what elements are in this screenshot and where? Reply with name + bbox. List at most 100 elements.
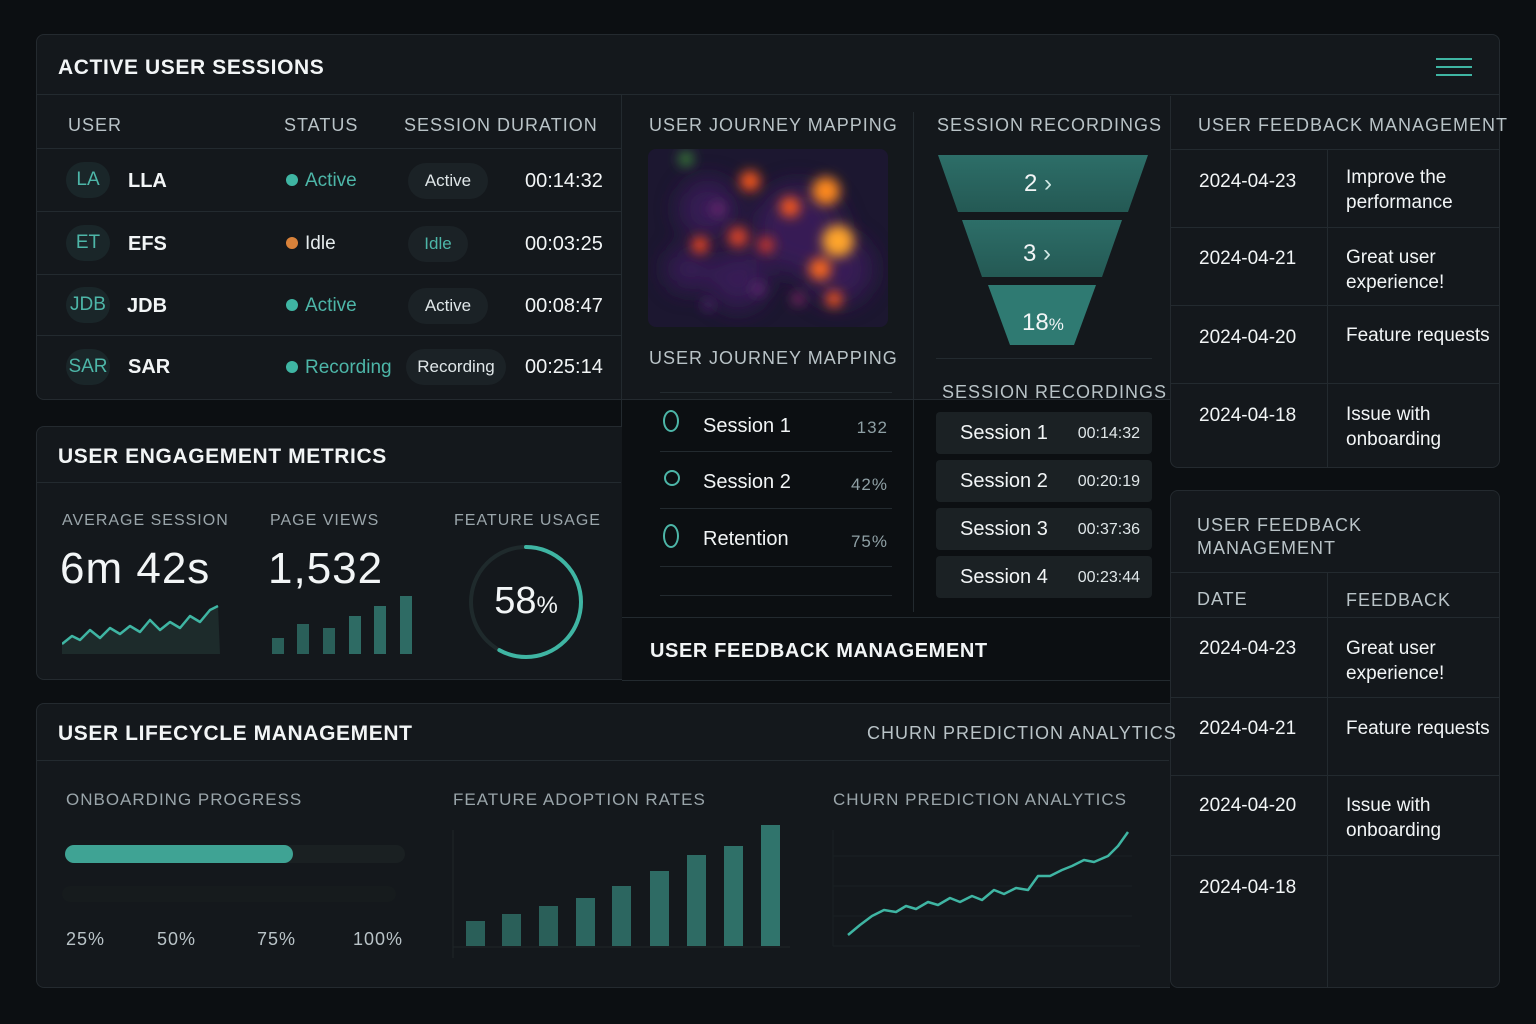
lifecycle-title: USER LIFECYCLE MANAGEMENT [58,722,413,745]
onboarding-label: ONBOARDING PROGRESS [66,790,303,809]
journey-row-label[interactable]: Session 1 [703,415,791,438]
recording-time: 00:37:36 [1077,521,1140,538]
avg-session-label: AVERAGE SESSION [62,512,229,529]
avatar: JDB [66,287,110,323]
status-dot [286,361,298,373]
status-text: Recording [305,357,392,378]
status-badge: Idle [408,226,468,262]
funnel-stage-1: 2 › [1024,170,1053,197]
onboarding-tick: 50% [157,929,197,949]
onboarding-track [65,845,405,863]
avatar: ET [66,225,110,261]
status-dot [286,237,298,249]
feedback-date: 2024-04-18 [1199,877,1297,898]
onboarding-tick: 25% [66,929,106,949]
recording-row[interactable]: Session 3 00:37:36 [936,508,1152,550]
feature-usage-label: FEATURE USAGE [454,512,601,529]
page-views-value: 1,532 [268,544,384,593]
recording-name: Session 3 [960,518,1048,540]
feature-usage-value: 58% [494,580,558,622]
funnel-stage-3: 18% [1022,309,1064,336]
feedback-text[interactable]: Improve the performance [1346,165,1496,215]
journey-row-value: 42% [850,475,888,494]
col-feedback: FEEDBACK [1346,590,1452,610]
page-views-label: PAGE VIEWS [270,512,380,529]
journey-title: USER JOURNEY MAPPING [649,115,898,135]
recording-name: Session 2 [960,470,1048,492]
recording-row[interactable]: Session 4 00:23:44 [936,556,1152,598]
avg-session-value: 6m 42s [60,544,211,593]
onboarding-progress-fill [65,845,293,863]
col-duration: SESSION DURATION [404,115,598,135]
status-dot [286,299,298,311]
status-text: Active [305,170,357,191]
menu-icon[interactable] [1436,56,1474,78]
engagement-title: USER ENGAGEMENT METRICS [58,445,387,468]
session-duration: 00:08:47 [525,295,603,317]
feedback-date: 2024-04-23 [1199,638,1297,659]
col-user: USER [68,115,123,135]
status-text: Active [305,295,357,316]
feedback-center-title: USER FEEDBACK MANAGEMENT [650,640,988,662]
user-name[interactable]: LLA [128,170,167,193]
feedback-title: USER FEEDBACK MANAGEMENT [1198,115,1509,135]
user-name[interactable]: JDB [127,295,167,318]
recordings-title-2: SESSION RECORDINGS [942,382,1168,402]
session-duration: 00:03:25 [525,233,603,255]
recording-time: 00:14:32 [1077,425,1140,442]
feedback-text[interactable]: Issue with onboarding [1346,793,1496,843]
session-duration: 00:14:32 [525,170,603,192]
journey-row-value: 75% [850,532,888,551]
journey-title-2: USER JOURNEY MAPPING [649,348,898,368]
user-name[interactable]: SAR [128,356,170,379]
journey-row-label[interactable]: Retention [703,528,789,551]
feedback-text[interactable]: Great user experience! [1346,636,1496,686]
onboarding-tick: 75% [257,929,297,949]
churn-line-chart [832,830,1140,947]
avatar: SAR [66,349,110,385]
avatar: LA [66,162,110,198]
journey-heatmap [648,149,888,327]
feedback-text[interactable]: Issue with onboarding [1346,402,1496,452]
feedback-date: 2024-04-18 [1199,405,1297,426]
journey-ring-icon [663,410,679,432]
feedback-date: 2024-04-21 [1199,718,1297,739]
feedback-date: 2024-04-21 [1199,248,1297,269]
feedback-date: 2024-04-23 [1199,171,1297,192]
recording-name: Session 1 [960,422,1048,444]
status-badge: Active [408,163,488,199]
recording-row[interactable]: Session 1 00:14:32 [936,412,1152,454]
onboarding-tick: 100% [353,929,404,949]
journey-row-value: 132 [856,418,888,437]
journey-ring-icon [664,470,680,486]
page-views-bars [272,596,412,654]
adoption-label: FEATURE ADOPTION RATES [453,790,706,809]
sessions-title: ACTIVE USER SESSIONS [58,56,325,79]
lifecycle-right-title: CHURN PREDICTION ANALYTICS [867,723,1177,743]
funnel-stage-2: 3 › [1023,240,1052,267]
feedback-date: 2024-04-20 [1199,327,1297,348]
status-badge: Recording [406,349,506,385]
status-dot [286,174,298,186]
recording-time: 00:23:44 [1077,569,1140,586]
recording-time: 00:20:19 [1077,473,1140,490]
col-date: DATE [1197,589,1248,609]
feedback-text[interactable]: Feature requests [1346,323,1496,348]
feedback-text[interactable]: Great user experience! [1346,245,1496,295]
feedback-bottom-title: USER FEEDBACK MANAGEMENT [1197,515,1363,558]
recordings-title: SESSION RECORDINGS [937,115,1163,135]
col-status: STATUS [284,115,359,135]
feedback-text[interactable]: Feature requests [1346,716,1496,741]
feedback-date: 2024-04-20 [1199,795,1297,816]
churn-label: CHURN PREDICTION ANALYTICS [833,790,1127,809]
journey-ring-icon [663,524,679,548]
user-name[interactable]: EFS [128,233,167,256]
status-badge: Active [408,288,488,324]
status-text: Idle [305,233,336,254]
journey-row-label[interactable]: Session 2 [703,471,791,494]
recording-name: Session 4 [960,566,1048,588]
recording-row[interactable]: Session 2 00:20:19 [936,460,1152,502]
session-duration: 00:25:14 [525,356,603,378]
adoption-bars [452,825,790,958]
avg-session-sparkline [62,604,220,654]
